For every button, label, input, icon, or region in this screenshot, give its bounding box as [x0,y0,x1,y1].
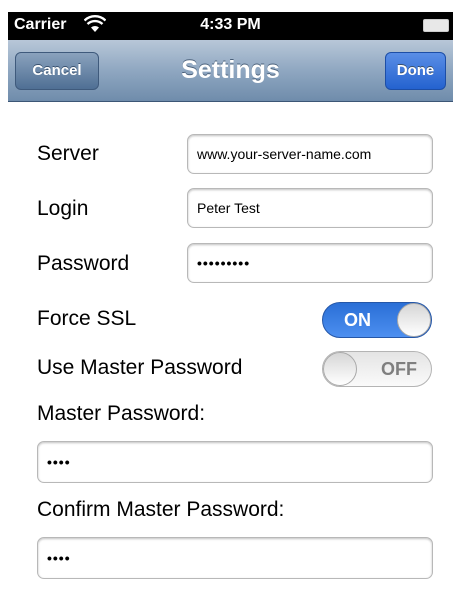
use-master-password-switch-state: OFF [381,359,417,379]
master-password-field[interactable]: •••• [37,441,433,483]
login-field[interactable]: Peter Test [187,188,433,228]
confirm-master-password-label: Confirm Master Password: [37,498,285,521]
switch-knob [397,303,431,337]
status-bar: Carrier 4:33 PM [8,12,453,40]
switch-knob [323,352,357,386]
master-password-label: Master Password: [37,402,206,425]
force-ssl-switch[interactable]: ON [322,302,432,338]
use-master-password-label: Use Master Password [37,356,243,379]
server-label: Server [37,142,99,165]
left-margin [0,0,8,609]
battery-icon [423,19,449,32]
password-field[interactable]: ••••••••• [187,243,433,283]
server-field[interactable]: www.your-server-name.com [187,134,433,174]
login-label: Login [37,197,89,220]
settings-screen: Carrier 4:33 PM Cancel Settings Done Ser… [0,0,457,609]
password-label: Password [37,252,130,275]
force-ssl-label: Force SSL [37,307,137,330]
confirm-master-password-field[interactable]: •••• [37,537,433,579]
navigation-bar: Cancel Settings Done [8,40,453,102]
force-ssl-switch-state: ON [344,310,371,330]
done-button[interactable]: Done [385,52,446,90]
use-master-password-switch[interactable]: OFF [322,351,432,387]
status-time: 4:33 PM [200,16,261,33]
